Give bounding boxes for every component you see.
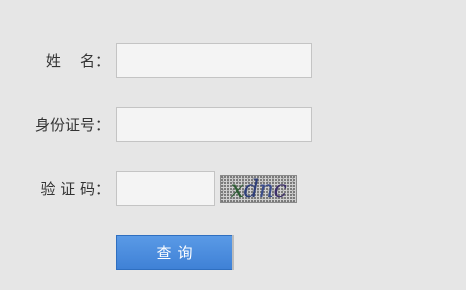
captcha-image[interactable]: xdnc — [220, 175, 297, 203]
id-number-label: 身份证号： — [34, 116, 110, 134]
captcha-text: xdnc — [221, 175, 296, 203]
id-number-row: 身份证号： — [0, 107, 466, 143]
captcha-char: x — [230, 175, 245, 203]
captcha-label: 验 证 码： — [40, 180, 110, 198]
captcha-char: n — [258, 175, 274, 203]
id-number-input[interactable] — [116, 107, 312, 142]
captcha-row: 验 证 码： xdnc — [0, 171, 466, 207]
captcha-char: c — [273, 175, 287, 203]
name-row: 姓 名： — [0, 43, 466, 79]
button-divider — [232, 235, 234, 270]
name-input[interactable] — [116, 43, 312, 78]
name-label: 姓 名： — [45, 52, 110, 70]
captcha-char: d — [243, 175, 259, 203]
query-button[interactable]: 查询 — [116, 235, 233, 270]
captcha-input[interactable] — [116, 171, 215, 206]
